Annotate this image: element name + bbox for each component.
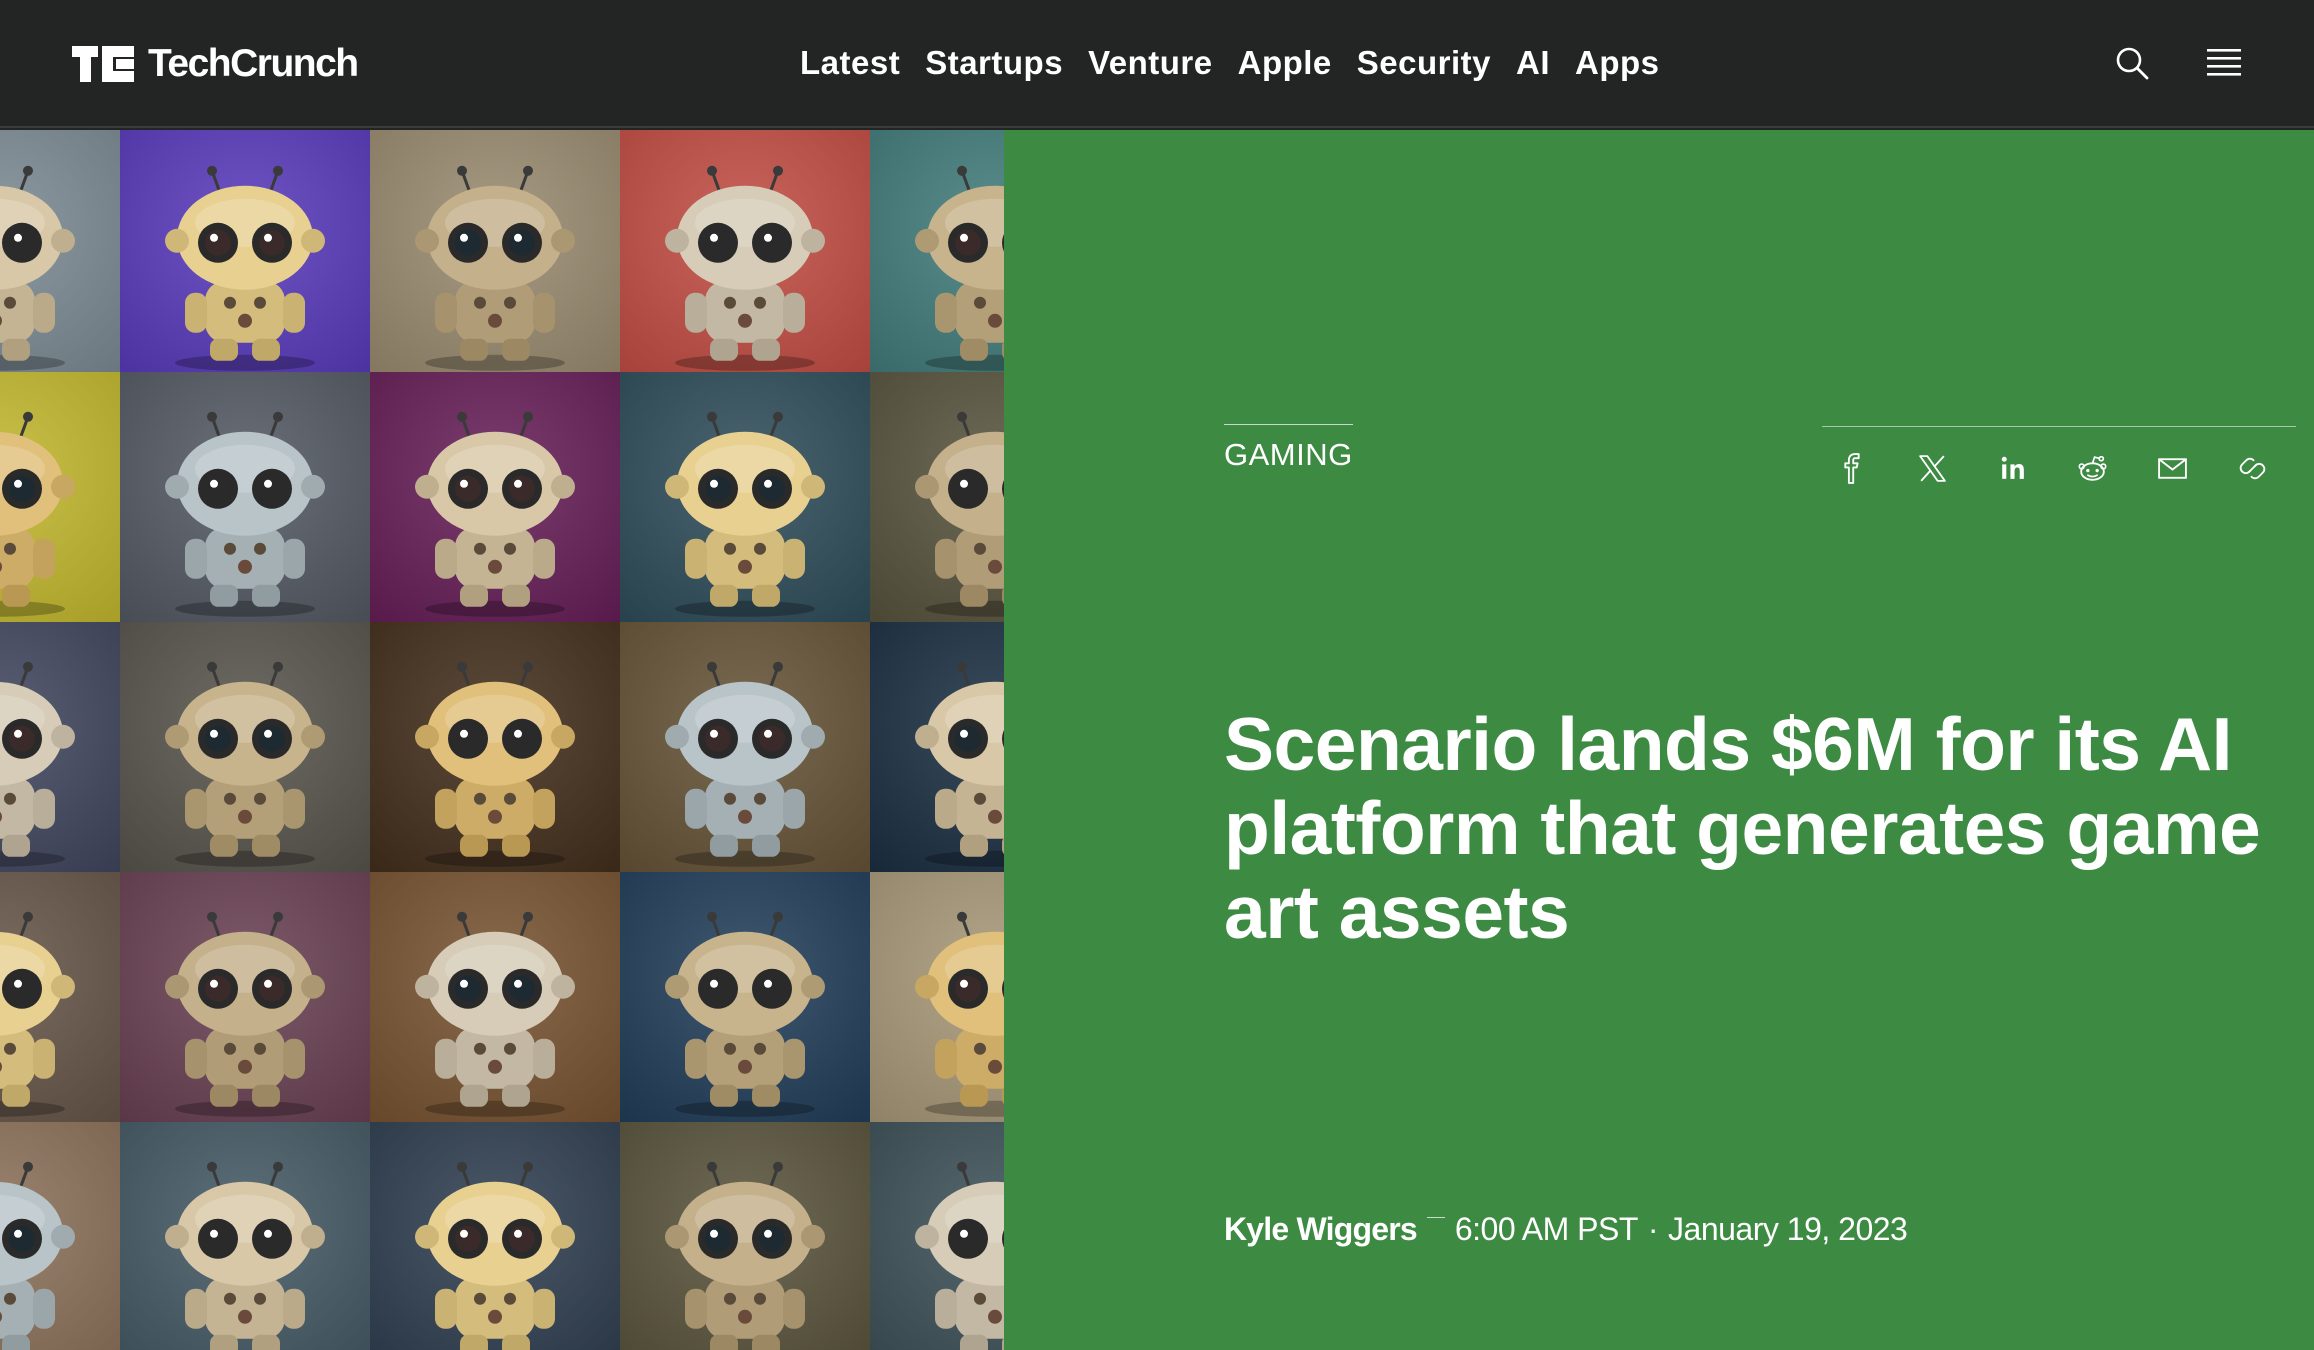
robot-illustration — [415, 411, 575, 617]
robot-tile — [0, 872, 120, 1122]
byline-dash — [1426, 1216, 1445, 1219]
robot-tile — [870, 622, 1004, 872]
share-toolbar — [1836, 452, 2269, 485]
robot-illustration — [0, 411, 75, 617]
robot-illustration — [0, 1161, 75, 1350]
robot-tile — [370, 372, 620, 622]
robot-illustration — [165, 411, 325, 617]
robot-tile — [120, 130, 370, 372]
link-icon[interactable] — [2236, 452, 2269, 485]
robot-tile — [370, 130, 620, 372]
nav-item-apple[interactable]: Apple — [1238, 44, 1332, 82]
linkedin-icon[interactable] — [1996, 452, 2029, 485]
robot-illustration — [915, 661, 1004, 867]
nav-item-ai[interactable]: AI — [1516, 44, 1550, 82]
robot-tile — [120, 872, 370, 1122]
robot-illustration — [0, 165, 75, 371]
robot-tile — [370, 872, 620, 1122]
robot-illustration — [665, 1161, 825, 1350]
tc-logo-icon — [72, 46, 134, 82]
robot-illustration — [0, 661, 75, 867]
robot-tile — [370, 622, 620, 872]
publish-time: 6:00 AM PST — [1454, 1211, 1639, 1247]
robot-tile — [870, 1122, 1004, 1350]
nav-item-startups[interactable]: Startups — [925, 44, 1063, 82]
robot-tile — [0, 130, 120, 372]
main-nav: Latest Startups Venture Apple Security A… — [800, 38, 1660, 88]
robot-illustration — [415, 661, 575, 867]
facebook-icon[interactable] — [1836, 452, 1869, 485]
robot-illustration — [915, 411, 1004, 617]
robot-illustration — [415, 911, 575, 1117]
robot-tile — [120, 1122, 370, 1350]
robot-tile — [120, 622, 370, 872]
article-headline: Scenario lands $6M for its AI platform t… — [1224, 702, 2261, 954]
category-link[interactable]: GAMING — [1224, 424, 1353, 473]
robot-tile — [870, 872, 1004, 1122]
robot-illustration — [915, 911, 1004, 1117]
share-divider — [1822, 426, 2296, 427]
nav-item-apps[interactable]: Apps — [1575, 44, 1660, 82]
robot-illustration — [665, 661, 825, 867]
search-icon[interactable] — [2114, 45, 2150, 81]
byline: Kyle Wiggers 6:00 AM PST · January 19, 2… — [1224, 1211, 1908, 1248]
robot-illustration — [0, 911, 75, 1117]
robot-illustration — [165, 911, 325, 1117]
robot-tile — [0, 622, 120, 872]
brand-name: TechCrunch — [148, 42, 359, 85]
robot-tile — [370, 1122, 620, 1350]
robot-illustration — [165, 661, 325, 867]
hero-image — [0, 130, 1004, 1350]
robot-illustration — [915, 165, 1004, 371]
reddit-icon[interactable] — [2076, 452, 2109, 485]
author-link[interactable]: Kyle Wiggers — [1224, 1211, 1418, 1248]
robot-illustration — [415, 165, 575, 371]
site-header: TechCrunch Latest Startups Venture Apple… — [0, 0, 2314, 128]
robot-tile — [120, 372, 370, 622]
robot-illustration — [915, 1161, 1004, 1350]
robot-tile — [0, 372, 120, 622]
robot-tile — [0, 1122, 120, 1350]
robot-tile — [620, 622, 870, 872]
robot-illustration — [165, 1161, 325, 1350]
techcrunch-logo[interactable]: TechCrunch — [72, 42, 359, 85]
publish-date: January 19, 2023 — [1668, 1211, 1908, 1247]
robot-tile — [620, 872, 870, 1122]
nav-item-venture[interactable]: Venture — [1088, 44, 1213, 82]
robot-illustration — [165, 165, 325, 371]
article-header-panel: GAMING Scenario lands $6M for its AI pla… — [1004, 130, 2314, 1350]
nav-item-security[interactable]: Security — [1357, 44, 1491, 82]
robot-illustration — [665, 911, 825, 1117]
x-icon[interactable] — [1916, 452, 1949, 485]
robot-tile — [870, 372, 1004, 622]
email-icon[interactable] — [2156, 452, 2189, 485]
robot-illustration — [415, 1161, 575, 1350]
hamburger-menu-icon[interactable] — [2206, 46, 2242, 80]
robot-tile — [870, 130, 1004, 372]
robot-illustration — [665, 411, 825, 617]
robot-illustration — [665, 165, 825, 371]
nav-item-latest[interactable]: Latest — [800, 44, 900, 82]
robot-tile — [620, 130, 870, 372]
robot-tile — [620, 1122, 870, 1350]
byline-separator: · — [1647, 1211, 1659, 1247]
robot-tile — [620, 372, 870, 622]
